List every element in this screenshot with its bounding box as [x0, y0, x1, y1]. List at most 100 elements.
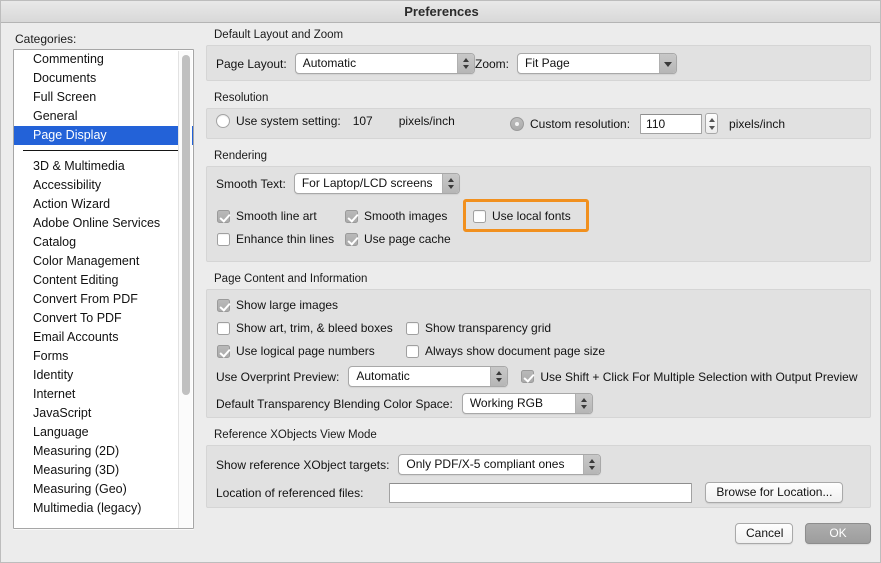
chevron-updown-icon — [574, 394, 592, 413]
page-layout-label: Page Layout: — [216, 56, 287, 71]
sidebar-item-3d-multimedia[interactable]: 3D & Multimedia — [14, 157, 193, 176]
show-art-trim-bleed-checkbox[interactable]: Show art, trim, & bleed boxes — [217, 321, 393, 335]
overprint-preview-label: Use Overprint Preview: — [216, 369, 340, 384]
custom-resolution-input[interactable]: 110 — [640, 113, 703, 134]
always-show-doc-page-size-label: Always show document page size — [425, 344, 606, 358]
resolution-group: Use system setting: 107 pixels/inch Cust… — [206, 108, 871, 139]
custom-resolution-label: Custom resolution: — [530, 116, 631, 131]
checkbox-checked-icon — [217, 344, 230, 358]
smooth-line-art-label: Smooth line art — [236, 209, 317, 223]
show-xobject-targets-label: Show reference XObject targets: — [216, 457, 390, 472]
page-content-title: Page Content and Information — [214, 273, 368, 285]
resolution-title: Resolution — [214, 92, 269, 104]
window-titlebar: Preferences — [1, 1, 880, 23]
rendering-title: Rendering — [214, 150, 268, 162]
checkbox-unchecked-icon — [473, 209, 486, 223]
blending-color-space-value: Working RGB — [469, 396, 543, 410]
categories-scrollbar-thumb[interactable] — [182, 55, 190, 395]
sidebar-item-color-management[interactable]: Color Management — [14, 252, 193, 271]
chevron-down-icon — [659, 54, 677, 73]
sidebar-item-convert-from-pdf[interactable]: Convert From PDF — [14, 290, 193, 309]
overprint-preview-dropdown[interactable]: Automatic — [348, 366, 509, 387]
checkbox-unchecked-icon — [217, 321, 230, 335]
checkbox-checked-icon — [345, 232, 358, 246]
sidebar-item-action-wizard[interactable]: Action Wizard — [14, 195, 193, 214]
checkbox-checked-icon — [521, 370, 535, 383]
cancel-button[interactable]: Cancel — [735, 523, 793, 544]
use-logical-page-numbers-label: Use logical page numbers — [236, 344, 375, 358]
radio-off-icon — [216, 114, 230, 128]
use-local-fonts-label: Use local fonts — [492, 209, 571, 223]
custom-resolution-radio[interactable]: Custom resolution: — [510, 116, 631, 131]
sidebar-divider — [23, 150, 183, 151]
sidebar-item-catalog[interactable]: Catalog — [14, 233, 193, 252]
custom-resolution-unit: pixels/inch — [729, 116, 786, 131]
show-transparency-grid-label: Show transparency grid — [425, 321, 552, 335]
sidebar-item-documents[interactable]: Documents — [14, 69, 193, 88]
sidebar-item-measuring-2d[interactable]: Measuring (2D) — [14, 442, 193, 461]
checkbox-unchecked-icon — [406, 344, 419, 358]
use-system-setting-radio[interactable]: Use system setting: — [216, 114, 341, 128]
sidebar-item-email-accounts[interactable]: Email Accounts — [14, 328, 193, 347]
page-layout-dropdown[interactable]: Automatic — [294, 53, 475, 74]
zoom-value: Fit Page — [525, 56, 570, 70]
sidebar-item-forms[interactable]: Forms — [14, 347, 193, 366]
sidebar-item-javascript[interactable]: JavaScript — [14, 404, 193, 423]
smooth-images-checkbox[interactable]: Smooth images — [345, 209, 447, 223]
reference-xobjects-title: Reference XObjects View Mode — [214, 429, 377, 441]
categories-list[interactable]: Commenting Documents Full Screen General… — [13, 49, 194, 529]
use-page-cache-checkbox[interactable]: Use page cache — [345, 232, 451, 246]
preferences-window: Preferences Categories: Commenting Docum… — [0, 0, 881, 563]
system-resolution-unit: pixels/inch — [398, 114, 455, 128]
checkbox-checked-icon — [217, 209, 230, 223]
sidebar-item-identity[interactable]: Identity — [14, 366, 193, 385]
custom-resolution-stepper[interactable] — [705, 113, 719, 134]
location-referenced-files-input[interactable] — [389, 482, 693, 503]
smooth-text-value: For Laptop/LCD screens — [301, 176, 433, 190]
sidebar-item-full-screen[interactable]: Full Screen — [14, 88, 193, 107]
use-system-setting-label: Use system setting: — [236, 114, 341, 128]
show-xobject-targets-value: Only PDF/X-5 compliant ones — [406, 457, 565, 471]
show-transparency-grid-checkbox[interactable]: Show transparency grid — [406, 321, 551, 335]
always-show-doc-page-size-checkbox[interactable]: Always show document page size — [406, 344, 605, 358]
overprint-preview-value: Automatic — [356, 369, 410, 383]
blending-color-space-dropdown[interactable]: Working RGB — [461, 393, 593, 414]
sidebar-item-accessibility[interactable]: Accessibility — [14, 176, 193, 195]
ok-button[interactable]: OK — [805, 523, 871, 544]
enhance-thin-lines-checkbox[interactable]: Enhance thin lines — [217, 232, 334, 246]
show-large-images-checkbox[interactable]: Show large images — [217, 298, 338, 312]
chevron-updown-icon — [441, 174, 459, 193]
show-xobject-targets-dropdown[interactable]: Only PDF/X-5 compliant ones — [398, 454, 602, 475]
smooth-text-dropdown[interactable]: For Laptop/LCD screens — [293, 173, 460, 194]
window-title: Preferences — [404, 4, 479, 19]
use-shift-click-checkbox[interactable]: Use Shift + Click For Multiple Selection… — [521, 370, 858, 384]
categories-label: Categories: — [15, 32, 77, 46]
smooth-line-art-checkbox[interactable]: Smooth line art — [217, 209, 317, 223]
sidebar-item-measuring-geo[interactable]: Measuring (Geo) — [14, 480, 193, 499]
sidebar-item-page-display[interactable]: Page Display — [14, 126, 193, 145]
use-local-fonts-checkbox[interactable]: Use local fonts — [473, 209, 571, 223]
sidebar-item-language[interactable]: Language — [14, 423, 193, 442]
sidebar-item-measuring-3d[interactable]: Measuring (3D) — [14, 461, 193, 480]
dialog-footer: Cancel OK — [206, 523, 871, 544]
sidebar-item-internet[interactable]: Internet — [14, 385, 193, 404]
sidebar-item-general[interactable]: General — [14, 107, 193, 126]
checkbox-checked-icon — [345, 209, 358, 223]
sidebar-item-commenting[interactable]: Commenting — [14, 50, 193, 69]
enhance-thin-lines-label: Enhance thin lines — [236, 232, 335, 246]
zoom-dropdown[interactable]: Fit Page — [517, 53, 678, 74]
show-large-images-label: Show large images — [236, 298, 339, 312]
radio-on-icon — [510, 116, 524, 131]
sidebar-item-content-editing[interactable]: Content Editing — [14, 271, 193, 290]
sidebar-item-multimedia-legacy[interactable]: Multimedia (legacy) — [14, 499, 193, 518]
sidebar-item-adobe-online-services[interactable]: Adobe Online Services — [14, 214, 193, 233]
categories-scrollbar[interactable] — [178, 51, 192, 528]
browse-for-location-button[interactable]: Browse for Location... — [705, 482, 844, 503]
system-resolution-value: 107 — [352, 114, 373, 128]
rendering-group: Smooth Text: For Laptop/LCD screens Smoo… — [206, 166, 871, 262]
use-page-cache-label: Use page cache — [364, 232, 451, 246]
use-logical-page-numbers-checkbox[interactable]: Use logical page numbers — [217, 344, 375, 358]
sidebar-item-convert-to-pdf[interactable]: Convert To PDF — [14, 309, 193, 328]
chevron-updown-icon — [490, 367, 508, 386]
zoom-label: Zoom: — [475, 56, 510, 71]
